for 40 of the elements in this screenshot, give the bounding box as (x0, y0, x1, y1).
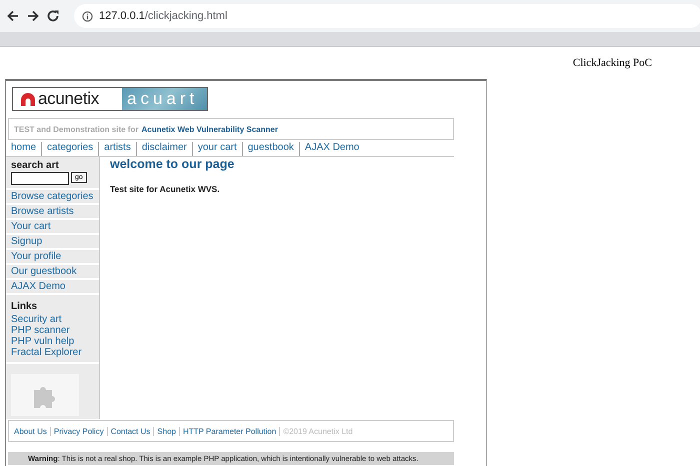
footer-link[interactable]: Contact Us (106, 426, 154, 436)
footer-link[interactable]: HTTP Parameter Pollution (178, 426, 280, 436)
search-field[interactable] (11, 172, 69, 185)
links-heading: Links (11, 301, 38, 312)
site-logo[interactable]: acunetix acuart (12, 87, 208, 111)
search-label: search art (11, 160, 60, 171)
content-heading: welcome to our page (110, 157, 234, 171)
page-title: ClickJacking PoC (572, 57, 652, 69)
sidebar-link[interactable]: PHP vuln help (11, 336, 94, 347)
url-path: /clickjacking.html (144, 10, 228, 22)
nav-link[interactable]: your cart (192, 142, 242, 156)
sidebar-link[interactable]: Your cart (11, 221, 51, 232)
url-host: 127.0.0.1 (99, 10, 145, 22)
sidebar-link[interactable]: Your profile (11, 251, 62, 262)
brand-name: acunetix (38, 89, 99, 109)
sidebar-link[interactable]: Our guestbook (11, 266, 77, 277)
footer-link[interactable]: Shop (153, 426, 179, 436)
info-icon (82, 10, 93, 22)
footer-link[interactable]: Privacy Policy (50, 426, 107, 436)
nav-link[interactable]: categories (41, 142, 98, 156)
nav-link[interactable]: home (11, 142, 42, 156)
sidebar-link[interactable]: Signup (11, 236, 42, 247)
arch-icon (21, 92, 35, 106)
address-bar[interactable]: 127.0.0.1/clickjacking.html (74, 4, 700, 28)
tagline-text: TEST and Demonstration site for (14, 124, 138, 134)
sidebar-link[interactable]: Security art (11, 314, 94, 325)
content-text: Test site for Acunetix WVS. (110, 184, 221, 194)
nav-link[interactable]: guestbook (242, 142, 299, 156)
sidebar-link[interactable]: AJAX Demo (11, 281, 66, 292)
sidebar-link[interactable]: PHP scanner (11, 325, 94, 336)
sidebar-link[interactable]: Fractal Explorer (11, 347, 94, 358)
nav-link[interactable]: artists (98, 142, 136, 156)
sidebar-link[interactable]: Browse categories (11, 191, 94, 202)
sidebar-link[interactable]: Browse artists (11, 206, 74, 217)
nav-link[interactable]: disclaimer (136, 142, 192, 156)
nav-link[interactable]: AJAX Demo (298, 142, 364, 156)
scanner-link[interactable]: Acunetix Web Vulnerability Scanner (141, 124, 278, 134)
product-name: acuart (127, 89, 198, 109)
copyright-text: ©2019 Acunetix Ltd (279, 426, 353, 436)
footer-link[interactable]: About Us (14, 426, 50, 436)
